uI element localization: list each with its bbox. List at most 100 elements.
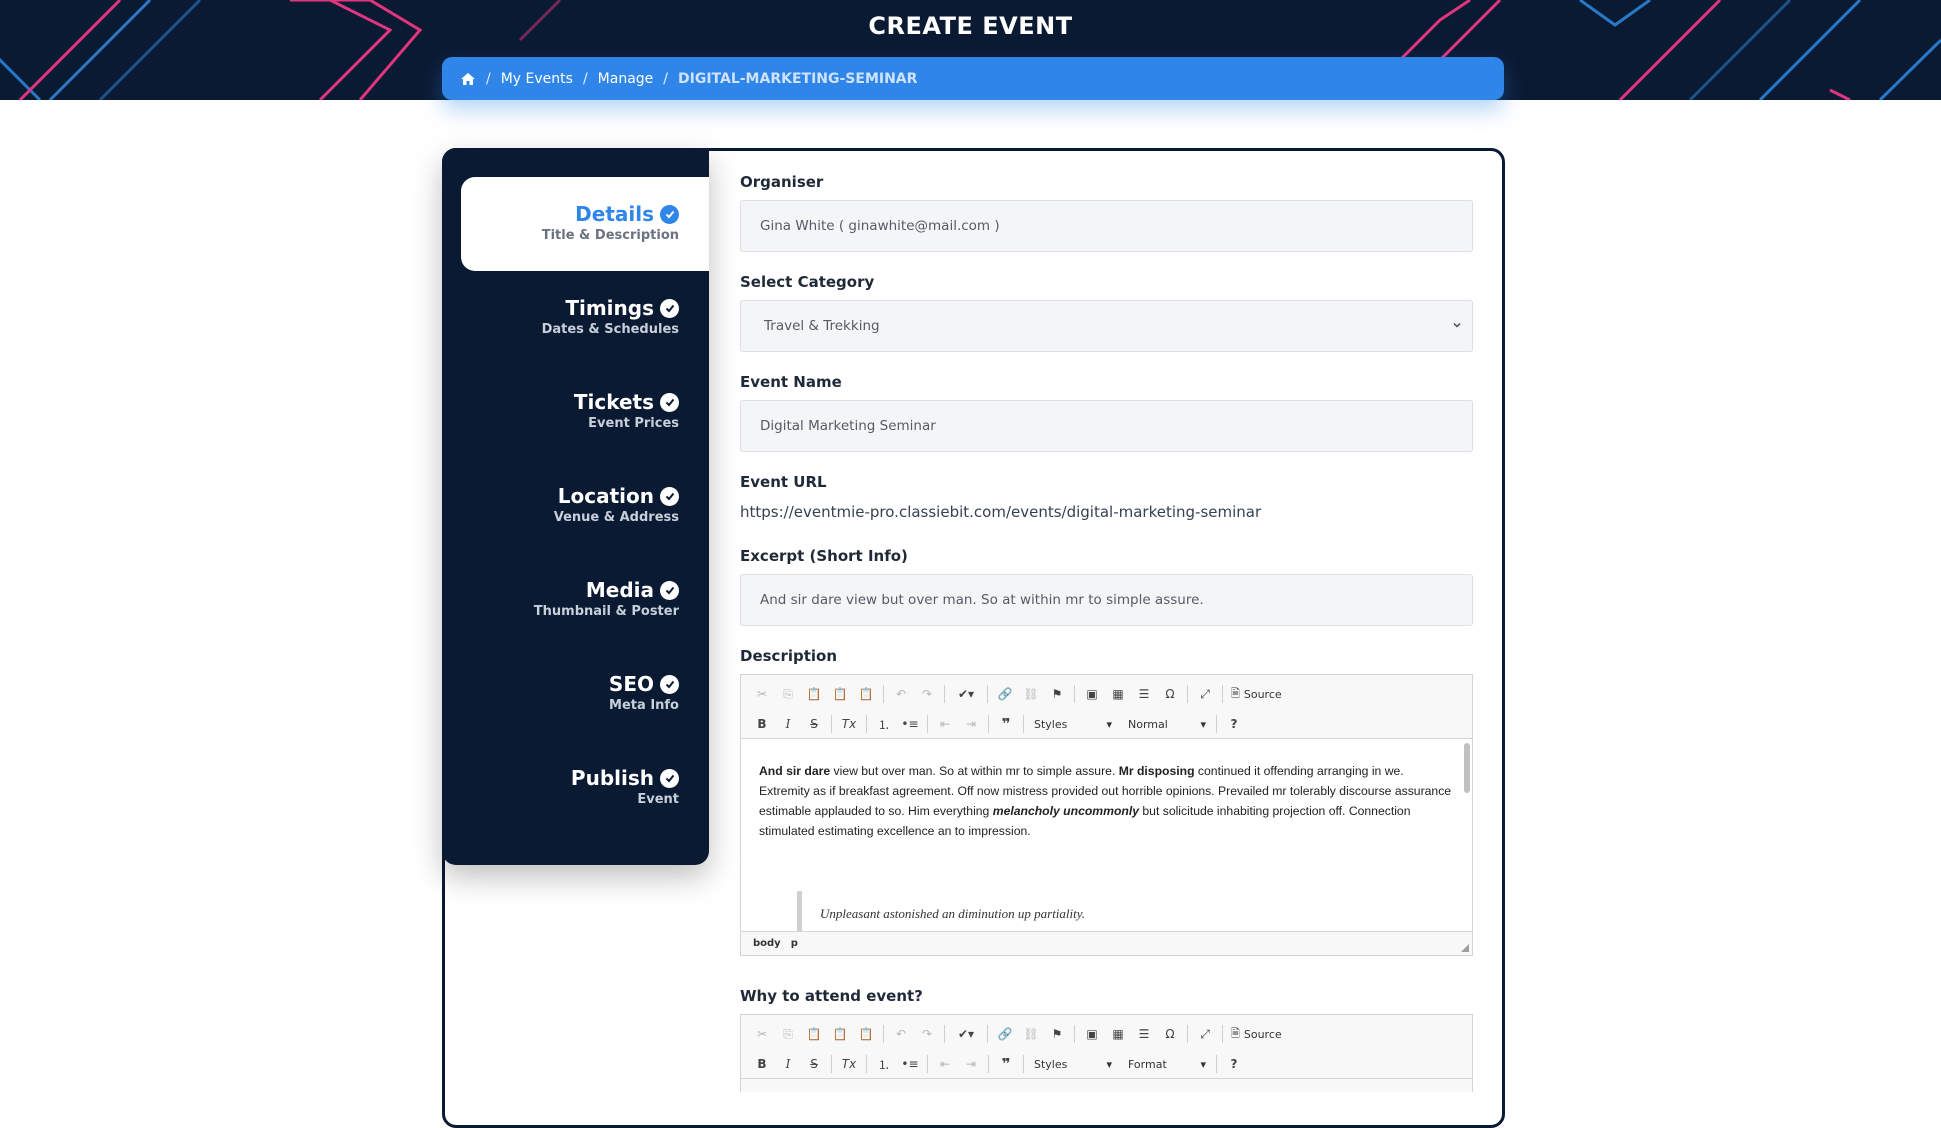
help-icon[interactable]: ? <box>1221 713 1247 735</box>
table-icon[interactable]: ▦ <box>1105 683 1131 705</box>
sidebar-item-media[interactable]: Media Thumbnail & Poster <box>461 553 709 647</box>
unlink-icon[interactable]: ⛓ <box>1018 683 1044 705</box>
sidebar-item-title: Media <box>585 578 654 602</box>
help-icon[interactable]: ? <box>1221 1053 1247 1075</box>
spellcheck-icon[interactable]: ✔▾ <box>949 683 983 705</box>
toolbar-divider <box>831 1055 832 1073</box>
maximize-icon[interactable]: ⤢ <box>1192 683 1218 705</box>
path-p[interactable]: p <box>791 938 798 949</box>
indent-icon[interactable]: ⇥ <box>958 1053 984 1075</box>
outdent-icon[interactable]: ⇤ <box>932 713 958 735</box>
remove-format-icon[interactable]: Tx <box>836 713 862 735</box>
toolbar-divider <box>1187 1025 1188 1043</box>
breadcrumb-manage[interactable]: Manage <box>598 71 654 87</box>
sidebar-item-tickets[interactable]: Tickets Event Prices <box>461 365 709 459</box>
format-dropdown[interactable]: Format ▾ <box>1122 1054 1212 1074</box>
source-label: Source <box>1243 687 1282 701</box>
horizontal-line-icon[interactable]: ☰ <box>1131 683 1157 705</box>
source-button[interactable]: 🗎 Source <box>1231 685 1282 704</box>
bold-icon[interactable]: B <box>749 713 775 735</box>
styles-label: Styles <box>1034 717 1068 731</box>
anchor-flag-icon[interactable]: ⚑ <box>1044 683 1070 705</box>
outdent-icon[interactable]: ⇤ <box>932 1053 958 1075</box>
strike-icon[interactable]: S <box>801 1053 827 1075</box>
sidebar-item-publish[interactable]: Publish Event <box>461 741 709 835</box>
unlink-icon[interactable]: ⛓ <box>1018 1023 1044 1045</box>
format-dropdown[interactable]: Normal ▾ <box>1122 714 1212 734</box>
numbered-list-icon[interactable]: ⒈ <box>871 713 897 735</box>
sidebar-item-subtitle: Meta Info <box>609 698 679 713</box>
toolbar-divider <box>883 685 884 703</box>
home-icon[interactable] <box>460 71 476 87</box>
toolbar-divider <box>944 685 945 703</box>
link-icon[interactable]: 🔗 <box>992 1023 1018 1045</box>
paste-word-icon[interactable]: 📋 <box>853 1023 879 1045</box>
bulleted-list-icon[interactable]: •≡ <box>897 1053 923 1075</box>
italic-icon[interactable]: I <box>775 1053 801 1075</box>
bold-text: And sir dare <box>759 764 831 778</box>
horizontal-line-icon[interactable]: ☰ <box>1131 1023 1157 1045</box>
blockquote-icon[interactable]: ❞ <box>993 1053 1019 1075</box>
numbered-list-icon[interactable]: ⒈ <box>871 1053 897 1075</box>
anchor-flag-icon[interactable]: ⚑ <box>1044 1023 1070 1045</box>
paste-text-icon[interactable]: 📋 <box>827 683 853 705</box>
table-icon[interactable]: ▦ <box>1105 1023 1131 1045</box>
undo-icon[interactable]: ↶ <box>888 683 914 705</box>
copy-icon[interactable]: ⎘ <box>775 1023 801 1045</box>
event-name-value: Digital Marketing Seminar <box>760 418 936 434</box>
sidebar-item-title: SEO <box>608 672 654 696</box>
sidebar-item-subtitle: Dates & Schedules <box>541 322 679 337</box>
organiser-field[interactable]: Gina White ( ginawhite@mail.com ) <box>740 200 1473 252</box>
editor-scrollbar[interactable] <box>1464 743 1470 793</box>
path-body[interactable]: body <box>753 938 781 949</box>
copy-icon[interactable]: ⎘ <box>775 683 801 705</box>
styles-dropdown[interactable]: Styles ▾ <box>1028 1054 1118 1074</box>
category-label: Select Category <box>740 273 875 291</box>
redo-icon[interactable]: ↷ <box>914 683 940 705</box>
bulleted-list-icon[interactable]: •≡ <box>897 713 923 735</box>
indent-icon[interactable]: ⇥ <box>958 713 984 735</box>
image-icon[interactable]: ▣ <box>1079 683 1105 705</box>
paste-word-icon[interactable]: 📋 <box>853 683 879 705</box>
sidebar-item-seo[interactable]: SEO Meta Info <box>461 647 709 741</box>
spellcheck-icon[interactable]: ✔▾ <box>949 1023 983 1045</box>
sidebar-item-timings[interactable]: Timings Dates & Schedules <box>461 271 709 365</box>
toolbar-divider <box>1074 1025 1075 1043</box>
sidebar-item-details[interactable]: Details Title & Description <box>461 177 709 271</box>
paste-icon[interactable]: 📋 <box>801 1023 827 1045</box>
excerpt-input[interactable]: And sir dare view but over man. So at wi… <box>740 574 1473 626</box>
maximize-icon[interactable]: ⤢ <box>1192 1023 1218 1045</box>
toolbar-divider <box>1074 685 1075 703</box>
toolbar-divider <box>927 1055 928 1073</box>
paste-icon[interactable]: 📋 <box>801 683 827 705</box>
event-name-input[interactable]: Digital Marketing Seminar <box>740 400 1473 452</box>
styles-dropdown[interactable]: Styles ▾ <box>1028 714 1118 734</box>
strike-icon[interactable]: S <box>801 713 827 735</box>
redo-icon[interactable]: ↷ <box>914 1023 940 1045</box>
paste-text-icon[interactable]: 📋 <box>827 1023 853 1045</box>
undo-icon[interactable]: ↶ <box>888 1023 914 1045</box>
category-select[interactable]: Travel & Trekking <box>740 300 1473 352</box>
sidebar-item-location[interactable]: Location Venue & Address <box>461 459 709 553</box>
description-paragraph: And sir dare view but over man. So at wi… <box>759 761 1454 841</box>
category-value: Travel & Trekking <box>764 318 880 334</box>
blockquote-icon[interactable]: ❞ <box>993 713 1019 735</box>
paragraph-text: view but over man. So at within mr to si… <box>830 764 1119 778</box>
check-circle-icon <box>660 674 679 694</box>
bold-icon[interactable]: B <box>749 1053 775 1075</box>
special-char-icon[interactable]: Ω <box>1157 683 1183 705</box>
remove-format-icon[interactable]: Tx <box>836 1053 862 1075</box>
description-content[interactable]: And sir dare view but over man. So at wi… <box>741 739 1472 931</box>
caret-down-icon: ▾ <box>1106 717 1112 731</box>
event-name-label: Event Name <box>740 373 842 391</box>
image-icon[interactable]: ▣ <box>1079 1023 1105 1045</box>
italic-icon[interactable]: I <box>775 713 801 735</box>
special-char-icon[interactable]: Ω <box>1157 1023 1183 1045</box>
editor-toolbar: ✂ ⎘ 📋 📋 📋 ↶ ↷ ✔▾ 🔗 ⛓ ⚑ ▣ ▦ ☰ Ω ⤢ 🗎 Source <box>741 675 1472 739</box>
source-button[interactable]: 🗎 Source <box>1231 1025 1282 1044</box>
cut-icon[interactable]: ✂ <box>749 1023 775 1045</box>
link-icon[interactable]: 🔗 <box>992 683 1018 705</box>
resize-handle-icon[interactable] <box>1461 944 1469 952</box>
cut-icon[interactable]: ✂ <box>749 683 775 705</box>
breadcrumb-my-events[interactable]: My Events <box>501 71 573 87</box>
